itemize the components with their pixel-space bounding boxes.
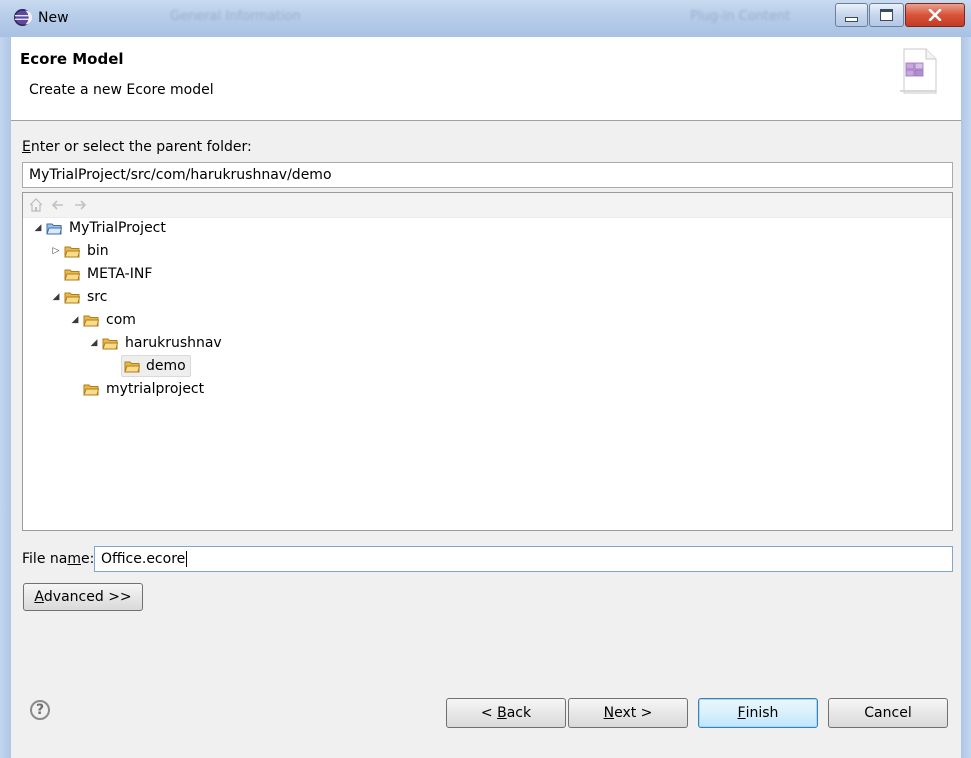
project-folder-icon [46,223,62,234]
expanded-triangle-icon[interactable]: ◢ [86,338,102,348]
folder-icon [64,292,80,303]
expanded-triangle-icon[interactable]: ◢ [48,292,64,302]
folder-icon [102,338,118,349]
title-bar[interactable]: General Information Plug-in Content [0,0,971,38]
advanced-button[interactable]: Advanced >> [23,583,143,611]
selection-highlight: demo [121,355,191,377]
tree-item-harukrushnav[interactable]: ◢ harukrushnav [86,332,225,354]
wizard-title: Ecore Model [20,50,124,68]
folder-icon [83,315,99,326]
wizard-description: Create a new Ecore model [29,82,214,98]
expanded-triangle-icon[interactable]: ◢ [67,315,83,325]
tree-toolbar [23,193,952,218]
minimize-icon [845,16,858,22]
window-frame-right [961,37,971,758]
close-button[interactable] [905,3,965,27]
parent-folder-label: Enter or select the parent folder: [22,139,252,155]
file-name-field[interactable]: Office.ecore [94,546,953,572]
cancel-button[interactable]: Cancel [828,698,948,728]
folder-icon [64,246,80,257]
finish-button[interactable]: Finish [698,698,818,728]
window-title: New [38,10,69,26]
window-frame-left [0,37,11,758]
tree-item-src[interactable]: ◢ src [48,286,110,308]
close-icon [928,9,942,21]
collapsed-triangle-icon[interactable]: ▷ [48,246,64,256]
minimize-button[interactable] [835,3,868,27]
maximize-icon [880,9,893,21]
folder-icon [124,361,140,372]
folder-icon [64,269,80,280]
background-window-text: General Information [170,9,301,24]
tree-item-meta-inf[interactable]: META-INF [48,263,155,285]
maximize-button[interactable] [869,3,904,27]
folder-icon [83,384,99,395]
ecore-wizard-icon [900,48,937,94]
file-name-label: File name: [22,551,95,567]
forward-icon[interactable] [73,198,87,212]
next-button[interactable]: Next > [568,698,688,728]
back-icon[interactable] [51,198,65,212]
home-icon[interactable] [29,198,43,212]
back-button[interactable]: < Back [446,698,566,728]
text-caret [186,551,188,567]
tree-item-mytrialproject[interactable]: ◢ MyTrialProject [30,217,169,239]
help-icon[interactable]: ? [30,700,50,720]
tree-item-bin[interactable]: ▷ bin [48,240,112,262]
eclipse-icon [14,9,32,26]
background-window-text: Plug-in Content [690,9,791,24]
wizard-banner [11,37,961,121]
tree-item-demo[interactable]: demo [105,355,191,377]
expanded-triangle-icon[interactable]: ◢ [30,223,46,233]
tree-item-com[interactable]: ◢ com [67,309,139,331]
parent-folder-field[interactable]: MyTrialProject/src/com/harukrushnav/demo [22,162,953,188]
tree-item-mytrialproject-package[interactable]: mytrialproject [67,378,207,400]
